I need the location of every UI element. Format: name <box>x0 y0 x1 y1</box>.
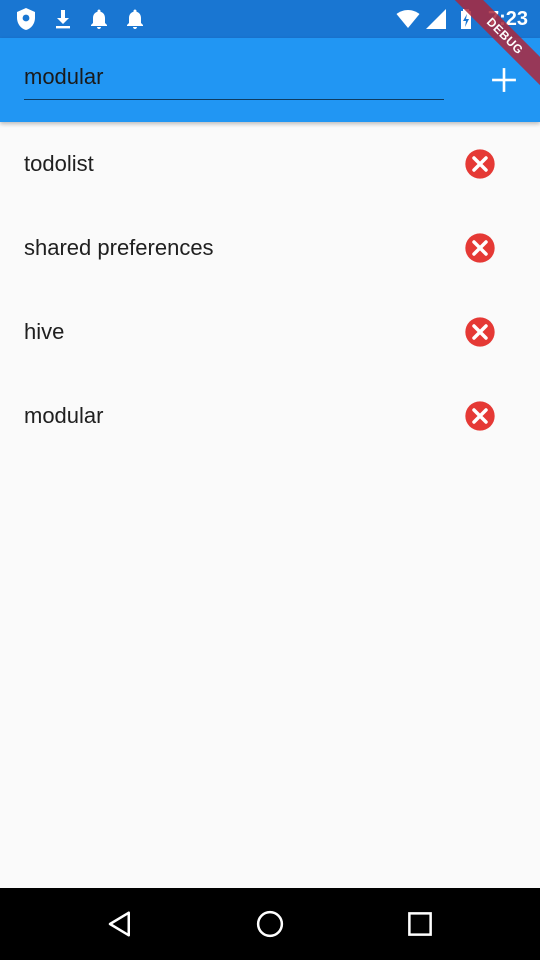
back-icon <box>108 911 130 937</box>
home-icon <box>256 910 284 938</box>
todo-label: hive <box>24 319 65 344</box>
download-icon <box>56 10 70 29</box>
list-item[interactable]: shared preferences <box>0 206 540 290</box>
recents-button[interactable] <box>396 900 444 948</box>
shield-icon <box>17 8 35 30</box>
debug-banner: DEBUG <box>430 0 540 110</box>
cancel-circle-icon <box>465 233 495 263</box>
cancel-circle-icon <box>465 317 495 347</box>
list-item[interactable]: todolist <box>0 122 540 206</box>
debug-banner-label: DEBUG <box>444 0 540 97</box>
todo-list: todolist shared preferences hive modular <box>0 122 540 458</box>
list-item[interactable]: hive <box>0 290 540 374</box>
recents-icon <box>408 912 432 936</box>
todo-label: modular <box>24 403 104 428</box>
home-button[interactable] <box>246 900 294 948</box>
delete-button[interactable] <box>456 140 504 188</box>
todo-input[interactable] <box>24 60 444 100</box>
wifi-icon <box>396 10 420 28</box>
back-button[interactable] <box>96 900 144 948</box>
todo-label: todolist <box>24 151 94 176</box>
notification-bell-icon <box>91 9 107 29</box>
delete-button[interactable] <box>456 392 504 440</box>
todo-label: shared preferences <box>24 235 214 260</box>
delete-button[interactable] <box>456 224 504 272</box>
cancel-circle-icon <box>465 401 495 431</box>
navigation-bar <box>0 888 540 960</box>
notification-bell-icon <box>127 9 143 29</box>
cancel-circle-icon <box>465 149 495 179</box>
list-item[interactable]: modular <box>0 374 540 458</box>
delete-button[interactable] <box>456 308 504 356</box>
